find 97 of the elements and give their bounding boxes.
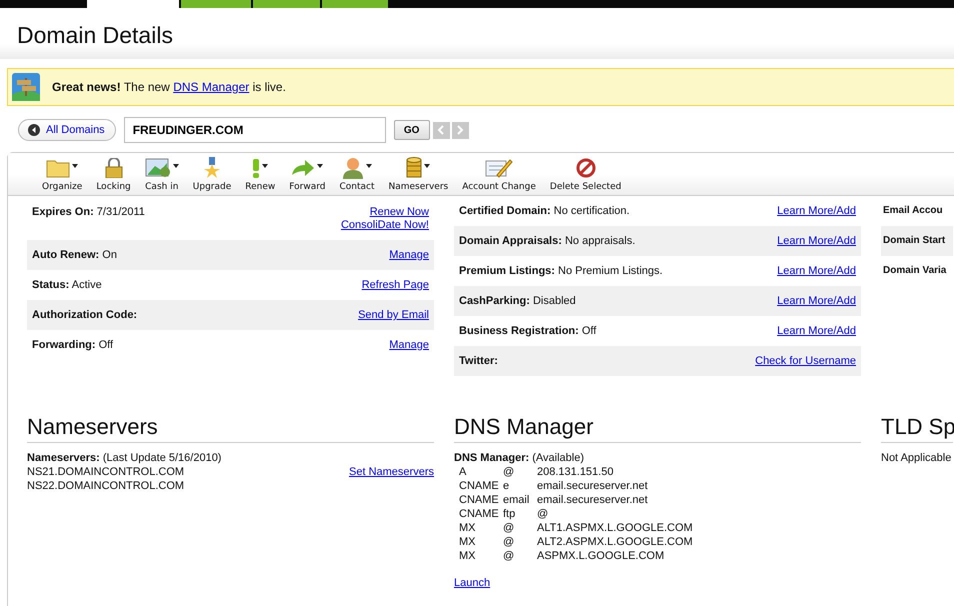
arrow-right-icon (291, 159, 316, 177)
detail-link[interactable]: Learn More/Add (777, 295, 856, 307)
record-type: CNAME (459, 479, 500, 493)
record-host: @ (503, 535, 516, 549)
previous-button[interactable] (432, 122, 450, 138)
signpost-globe-icon (12, 73, 40, 101)
record-type: MX (459, 535, 476, 549)
detail-text: Premium Listings: No Premium Listings. (459, 265, 663, 279)
record-type: MX (459, 549, 476, 563)
detail-link[interactable]: ConsoliDate Now! (340, 219, 429, 231)
all-domains-button[interactable]: All Domains (18, 119, 116, 141)
toolbar-button[interactable]: Locking (92, 153, 135, 195)
set-nameservers-link[interactable]: Set Nameservers (349, 465, 434, 479)
detail-link[interactable]: Manage (389, 249, 429, 261)
nav-tab[interactable] (181, 0, 251, 8)
record-type: CNAME (459, 493, 500, 507)
detail-text: Authorization Code: (32, 309, 138, 323)
record-value: email.secureserver.net (537, 493, 648, 507)
nameserver-text: NS21.DOMAINCONTROL.COM (27, 465, 184, 479)
detail-text: Business Registration: Off (459, 325, 596, 339)
toolbar-button[interactable]: Upgrade (188, 153, 236, 195)
section-heading: Nameservers (27, 414, 434, 443)
detail-label: Domain Start (883, 235, 946, 248)
detail-text: Expires On: 7/31/2011 (32, 206, 145, 220)
caret-icon (72, 164, 78, 168)
database-icon (406, 157, 422, 179)
record-value: ALT1.ASPMX.L.GOOGLE.COM (537, 521, 693, 535)
caret-icon (262, 164, 268, 168)
page-title: Domain Details (16, 21, 174, 48)
caret-icon (424, 164, 430, 168)
domain-field[interactable]: FREUDINGER.COM (124, 117, 386, 143)
record-host: @ (503, 549, 516, 563)
detail-text: Twitter: (459, 355, 498, 369)
prohibited-icon (576, 158, 596, 178)
next-button[interactable] (452, 122, 469, 138)
toolbar-button[interactable]: Contact (335, 153, 378, 195)
detail-text: CashParking: Disabled (459, 295, 576, 309)
detail-text: Forwarding: Off (32, 339, 114, 353)
go-button[interactable]: GO (394, 120, 430, 140)
toolbar-button[interactable]: Account Change (458, 153, 540, 195)
detail-text: Status: Active (32, 279, 102, 293)
detail-link[interactable]: Renew Now (370, 206, 429, 218)
folder-icon (46, 158, 70, 178)
detail-link[interactable]: Learn More/Add (777, 325, 856, 337)
detail-link[interactable]: Refresh Page (362, 279, 429, 291)
notice-text: Great news! The new DNS Manager is live. (52, 80, 286, 94)
detail-link[interactable]: Learn More/Add (777, 235, 856, 247)
record-value: ALT2.ASPMX.L.GOOGLE.COM (537, 535, 693, 549)
detail-text: Domain Appraisals: No appraisals. (459, 235, 636, 249)
toolbar-button[interactable]: Cash in (140, 153, 183, 195)
launch-link[interactable]: Launch (454, 577, 490, 589)
lock-icon (104, 158, 123, 178)
money-screen-icon (144, 158, 171, 178)
person-icon (342, 157, 364, 179)
toolbar-button[interactable]: Renew (241, 153, 280, 195)
detail-link[interactable]: Learn More/Add (777, 205, 856, 217)
record-value: 208.131.151.50 (537, 465, 614, 479)
record-value: email.secureserver.net (537, 479, 648, 493)
record-host: e (503, 479, 510, 493)
toolbar-button[interactable]: Forward (285, 153, 330, 195)
nav-tab[interactable] (322, 0, 388, 8)
nameservers-label: Nameservers: (Last Update 5/16/2010) (27, 451, 222, 465)
detail-label: Email Accou (883, 205, 943, 218)
record-type: A (459, 465, 468, 479)
record-value: @ (537, 507, 548, 521)
detail-text: Auto Renew: On (32, 249, 117, 263)
record-type: CNAME (459, 507, 500, 521)
medal-star-icon (203, 157, 222, 179)
toolbar-button[interactable]: Organize (38, 153, 86, 195)
tld-text: Not Applicable (881, 451, 952, 465)
nameserver-text: NS22.DOMAINCONTROL.COM (27, 479, 184, 493)
record-type: MX (459, 521, 476, 535)
detail-link[interactable]: Learn More/Add (777, 265, 856, 277)
caret-icon (317, 164, 324, 168)
exclamation-icon (252, 158, 260, 178)
chevron-right-icon (456, 125, 464, 135)
detail-label: Domain Varia (883, 265, 946, 278)
section-heading: DNS Manager (454, 414, 861, 443)
record-host: ftp (503, 507, 516, 521)
caret-icon (172, 164, 179, 168)
record-host: @ (503, 465, 516, 479)
chevron-left-icon (437, 125, 446, 135)
detail-link[interactable]: Manage (389, 339, 429, 351)
detail-text: Certified Domain: No certification. (459, 205, 630, 219)
record-value: ASPMX.L.GOOGLE.COM (537, 549, 664, 563)
dns-manager-label: DNS Manager: (Available) (454, 451, 584, 465)
toolbar-button[interactable]: Nameservers (384, 153, 452, 195)
toolbar-button[interactable]: Delete Selected (546, 153, 626, 195)
record-host: email (503, 493, 530, 507)
detail-link[interactable]: Send by Email (358, 309, 429, 321)
dns-manager-link[interactable]: DNS Manager (173, 80, 250, 94)
detail-link[interactable]: Check for Username (755, 355, 856, 367)
nav-tab[interactable] (87, 0, 179, 8)
nav-tab[interactable] (253, 0, 320, 8)
pencil-note-icon (485, 158, 514, 178)
record-host: @ (503, 521, 516, 535)
caret-icon (366, 164, 372, 168)
